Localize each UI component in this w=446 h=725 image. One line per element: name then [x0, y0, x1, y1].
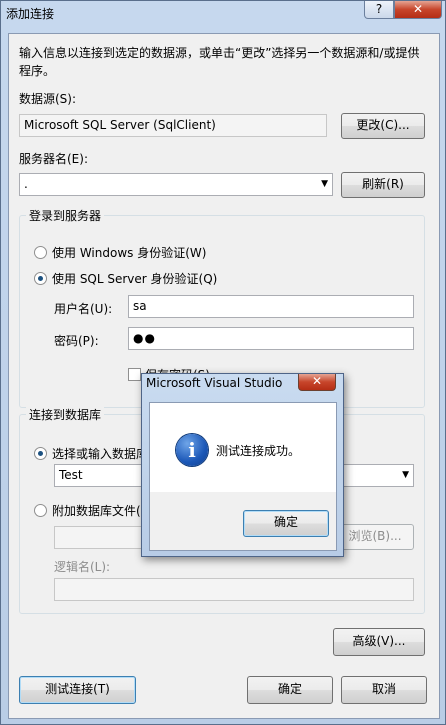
message-box-body: i 测试连接成功。 确定	[149, 402, 337, 551]
radio-unchecked-icon	[34, 504, 47, 517]
close-icon: ✕	[311, 374, 323, 388]
close-icon: ✕	[412, 2, 424, 16]
advanced-button[interactable]: 高级(V)...	[333, 628, 425, 656]
help-icon: ?	[375, 2, 383, 16]
cancel-button[interactable]: 取消	[341, 676, 427, 704]
browse-button: 浏览(B)...	[336, 524, 414, 550]
message-box-title: Microsoft Visual Studio	[146, 376, 283, 390]
info-icon: i	[176, 434, 208, 466]
description-text: 输入信息以连接到选定的数据源，或单击“更改”选择另一个数据源和/或提供程序。	[19, 46, 420, 78]
password-input[interactable]: ●●	[128, 327, 414, 350]
datasource-label: 数据源(S):	[19, 92, 77, 106]
radio-unchecked-icon	[34, 246, 47, 259]
username-input[interactable]: sa	[128, 295, 414, 318]
logical-name-label: 逻辑名(L):	[54, 560, 111, 574]
chevron-down-icon[interactable]: ▼	[321, 177, 328, 192]
sql-auth-label: 使用 SQL Server 身份验证(Q)	[52, 272, 218, 286]
sql-auth-radio[interactable]: 使用 SQL Server 身份验证(Q)	[34, 270, 217, 287]
database-name-value: Test	[59, 468, 83, 482]
login-group-title: 登录到服务器	[26, 207, 105, 224]
chevron-down-icon[interactable]: ▼	[402, 468, 409, 483]
help-button[interactable]: ?	[364, 1, 394, 19]
test-connection-button[interactable]: 测试连接(T)	[19, 676, 136, 704]
refresh-button[interactable]: 刷新(R)	[341, 172, 425, 198]
server-name-label: 服务器名(E):	[19, 152, 88, 166]
username-label: 用户名(U):	[54, 302, 113, 316]
server-name-value: .	[24, 177, 28, 191]
message-ok-button[interactable]: 确定	[243, 510, 329, 537]
datasource-field: Microsoft SQL Server (SqlClient)	[19, 114, 327, 137]
checkbox-icon	[128, 368, 141, 381]
title-bar[interactable]: 添加连接 ? ✕	[1, 1, 445, 27]
radio-checked-icon	[34, 447, 47, 460]
database-group-title: 连接到数据库	[26, 406, 105, 423]
ok-button[interactable]: 确定	[247, 676, 333, 704]
logical-name-input	[54, 578, 414, 601]
close-button[interactable]: ✕	[394, 1, 442, 19]
add-connection-dialog: 添加连接 ? ✕ 输入信息以连接到选定的数据源，或单击“更改”选择另一个数据源和…	[0, 0, 446, 725]
window-title: 添加连接	[6, 7, 55, 21]
attach-database-radio[interactable]: 附加数据库文件(H)	[34, 502, 154, 519]
change-datasource-button[interactable]: 更改(C)...	[341, 113, 425, 139]
message-box: Microsoft Visual Studio ✕ i 测试连接成功。 确定	[141, 373, 344, 557]
windows-auth-radio[interactable]: 使用 Windows 身份验证(W)	[34, 244, 206, 261]
message-text: 测试连接成功。	[216, 444, 301, 458]
server-name-combobox[interactable]: . ▼	[19, 173, 333, 196]
attach-database-label: 附加数据库文件(H)	[52, 504, 155, 518]
message-area: i 测试连接成功。	[150, 403, 336, 492]
windows-auth-label: 使用 Windows 身份验证(W)	[52, 246, 207, 260]
password-label: 密码(P):	[54, 334, 99, 348]
message-box-close-button[interactable]: ✕	[298, 374, 336, 391]
radio-checked-icon	[34, 272, 47, 285]
